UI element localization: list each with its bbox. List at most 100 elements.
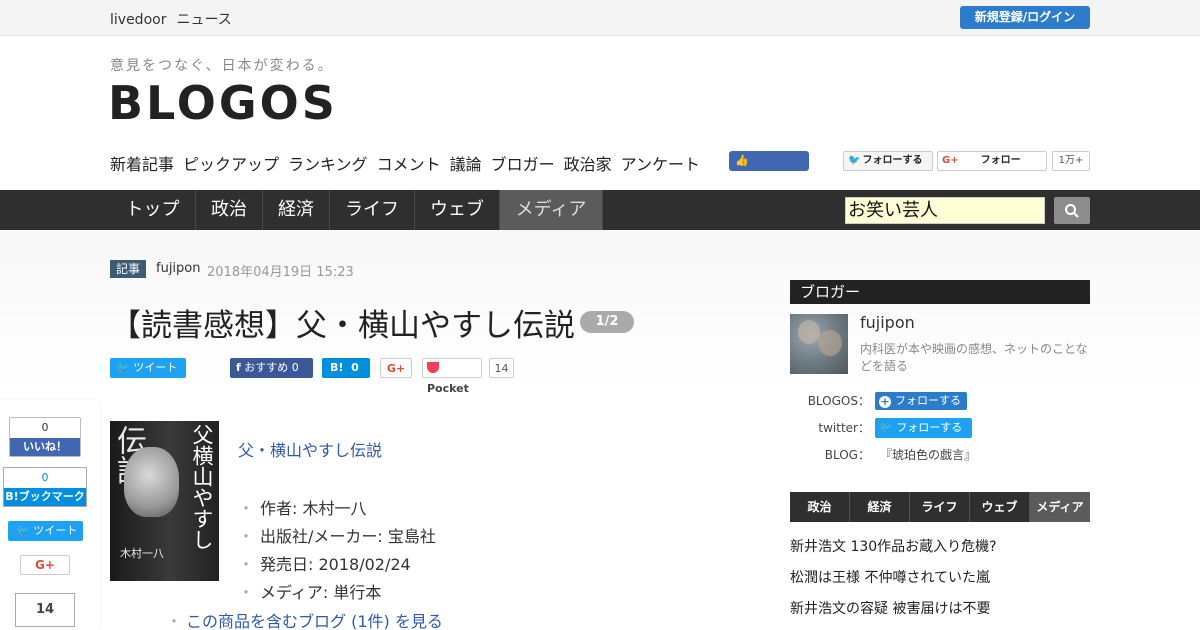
news-label[interactable]: ニュース [176, 12, 231, 28]
subnav-comments[interactable]: コメント [377, 155, 441, 174]
facebook-icon: f [236, 361, 241, 374]
list-item[interactable]: 松潤は王様 不仲噂されていた嵐 [790, 569, 997, 600]
twitter-bird-icon: 🐦 [879, 421, 893, 434]
livedoor-news-brand[interactable]: livedoor ニュース [110, 9, 242, 29]
site-tagline: 意見をつなぐ、日本が変わる。 [110, 58, 334, 74]
blogger-description: 内科医が本や映画の感想、ネットのことなどを語る [860, 342, 1088, 373]
book-media: メディア: 単行本 [238, 579, 436, 607]
list-item[interactable]: 新井浩文 130作品お蔵入り危機? [790, 538, 997, 569]
twitter-bird-icon: 🐦 [16, 524, 30, 537]
tab-life[interactable]: ライフ [330, 190, 415, 230]
gplus-icon: G+ [942, 155, 959, 166]
floating-gplus-button[interactable]: G+ [20, 555, 70, 575]
blog-name-link[interactable]: 『琥珀色の戯言』 [880, 446, 976, 463]
gplus-follow-button[interactable]: G+ フォロー [937, 151, 1047, 171]
sidebar-tab-web[interactable]: ウェブ [970, 492, 1030, 522]
tab-media[interactable]: メディア [500, 190, 603, 230]
tweet-button[interactable]: 🐦 ツイート [110, 358, 186, 378]
sidebar-headlines: 新井浩文 130作品お蔵入り危機? 松潤は王様 不仲噂されていた嵐 新井浩文の容… [790, 538, 997, 630]
sidebar-tab-media[interactable]: メディア [1030, 492, 1090, 522]
sidebar-tab-politics[interactable]: 政治 [790, 492, 850, 522]
tweet-label: ツイート [133, 361, 178, 374]
subnav-ranking[interactable]: ランキング [288, 155, 368, 174]
blogger-name[interactable]: fujipon [860, 313, 915, 332]
floating-hatena-bookmark[interactable]: 0 B!ブックマーク [3, 467, 87, 507]
blogos-follow-label: BLOGOS： [807, 394, 870, 408]
twitter-follow-text: フォローする [896, 421, 963, 434]
sidebar-blogger-heading: ブロガー [790, 280, 1090, 304]
plus-icon: + [879, 395, 891, 408]
fb-recommend-label: おすすめ [244, 361, 289, 374]
blogos-logo[interactable]: BLOGOS [108, 78, 338, 128]
article-type-badge: 記事 [110, 260, 146, 278]
page-indicator: 1/2 [580, 311, 634, 333]
main-navigation: トップ 政治 経済 ライフ ウェブ メディア お笑い芸人 [0, 190, 1200, 230]
subnav-bloggers[interactable]: ブロガー [491, 155, 555, 174]
subnav-pickup[interactable]: ピックアップ [183, 155, 279, 174]
fb-like-label: Like [735, 174, 761, 187]
hatena-bookmark-button[interactable]: B! 0 [322, 358, 370, 378]
thumbs-up-icon: 👍 [735, 154, 749, 167]
gplus-follow-label: フォロー [980, 155, 1021, 166]
article-author[interactable]: fujipon [156, 261, 200, 276]
register-login-button[interactable]: 新規登録/ログイン [960, 6, 1090, 29]
article-title: 【読書感想】父・横山やすし伝説 [110, 308, 575, 344]
fb-like-count: 132K [764, 174, 793, 187]
livedoor-label[interactable]: livedoor [110, 12, 166, 28]
sub-navigation: 新着記事 ピックアップ ランキング コメント 議論 ブロガー 政治家 アンケート [110, 151, 709, 175]
floating-share-panel: 0 いいね！ 0 B!ブックマーク 🐦 ツイート G+ 14 [0, 400, 100, 630]
avatar[interactable] [790, 314, 848, 374]
floating-pocket-count[interactable]: 14 [15, 593, 75, 627]
subnav-new-articles[interactable]: 新着記事 [110, 155, 174, 174]
tab-web[interactable]: ウェブ [415, 190, 500, 230]
cover-portrait [124, 447, 179, 517]
pocket-label: Pocket [427, 382, 469, 395]
pocket-count: 14 [489, 358, 514, 378]
book-info-list: 作者: 木村一八 出版社/メーカー: 宝島社 発売日: 2018/02/24 メ… [238, 495, 436, 607]
avatar-shape [818, 330, 842, 356]
floating-like-count: 0 [41, 421, 49, 434]
floating-tweet-label: ツイート [33, 524, 78, 537]
subnav-discussion[interactable]: 議論 [450, 155, 482, 174]
facebook-like-button[interactable]: 👍 Like 132K [729, 151, 809, 187]
book-title-link[interactable]: 父・横山やすし伝説 [238, 437, 382, 461]
twitter-follow-sidebar-button[interactable]: 🐦 フォローする [875, 418, 972, 438]
tab-top[interactable]: トップ [110, 190, 196, 230]
hatena-count: 0 [351, 361, 359, 374]
book-publisher: 出版社/メーカー: 宝島社 [238, 523, 436, 551]
sidebar-tab-life[interactable]: ライフ [910, 492, 970, 522]
floating-tweet-button[interactable]: 🐦 ツイート [8, 521, 83, 541]
cover-title: 父横山やすし [190, 424, 214, 550]
cover-author: 木村一八 [120, 547, 164, 560]
floating-fb-like[interactable]: 0 いいね！ [9, 417, 81, 457]
gplus-follower-count: 1万+ [1052, 151, 1090, 171]
tab-politics[interactable]: 政治 [196, 190, 263, 230]
book-cover-image[interactable]: 伝説 父横山やすし 木村一八 [110, 421, 219, 581]
pocket-icon [427, 362, 439, 373]
subnav-survey[interactable]: アンケート [621, 155, 700, 174]
related-blogs-link[interactable]: この商品を含むブログ (1件) を見る [166, 608, 443, 630]
floating-hatena-count: 0 [41, 471, 49, 484]
search-input[interactable]: お笑い芸人 [845, 197, 1045, 224]
top-bar: livedoor ニュース 新規登録/ログイン [0, 0, 1200, 36]
blogos-follow-text: フォローする [895, 394, 961, 407]
book-author: 作者: 木村一八 [238, 495, 436, 523]
facebook-recommend-button[interactable]: f おすすめ 0 [230, 358, 313, 378]
search-button[interactable] [1054, 197, 1090, 224]
twitter-bird-icon: 🐦 [116, 361, 130, 374]
list-item[interactable]: 新井浩文の容疑 被害届けは不要 [790, 600, 997, 630]
blogos-follow-button[interactable]: + フォローする [875, 392, 967, 410]
book-release-date: 発売日: 2018/02/24 [238, 551, 436, 579]
gplus-share-button[interactable]: G+ [380, 358, 412, 378]
avatar-shape [798, 320, 820, 344]
search-icon [1065, 204, 1079, 218]
twitter-label: twitter： [818, 421, 870, 435]
floating-hatena-label: B!ブックマーク [4, 488, 86, 506]
pocket-button[interactable]: Pocket [422, 358, 482, 395]
subnav-politicians[interactable]: 政治家 [564, 155, 612, 174]
twitter-follow-button[interactable]: 🐦 フォローする [843, 151, 933, 171]
article-date: 2018年04月19日 15:23 [207, 265, 354, 280]
tab-economy[interactable]: 経済 [263, 190, 330, 230]
hatena-icon: B! [330, 361, 344, 374]
sidebar-tab-economy[interactable]: 経済 [850, 492, 910, 522]
